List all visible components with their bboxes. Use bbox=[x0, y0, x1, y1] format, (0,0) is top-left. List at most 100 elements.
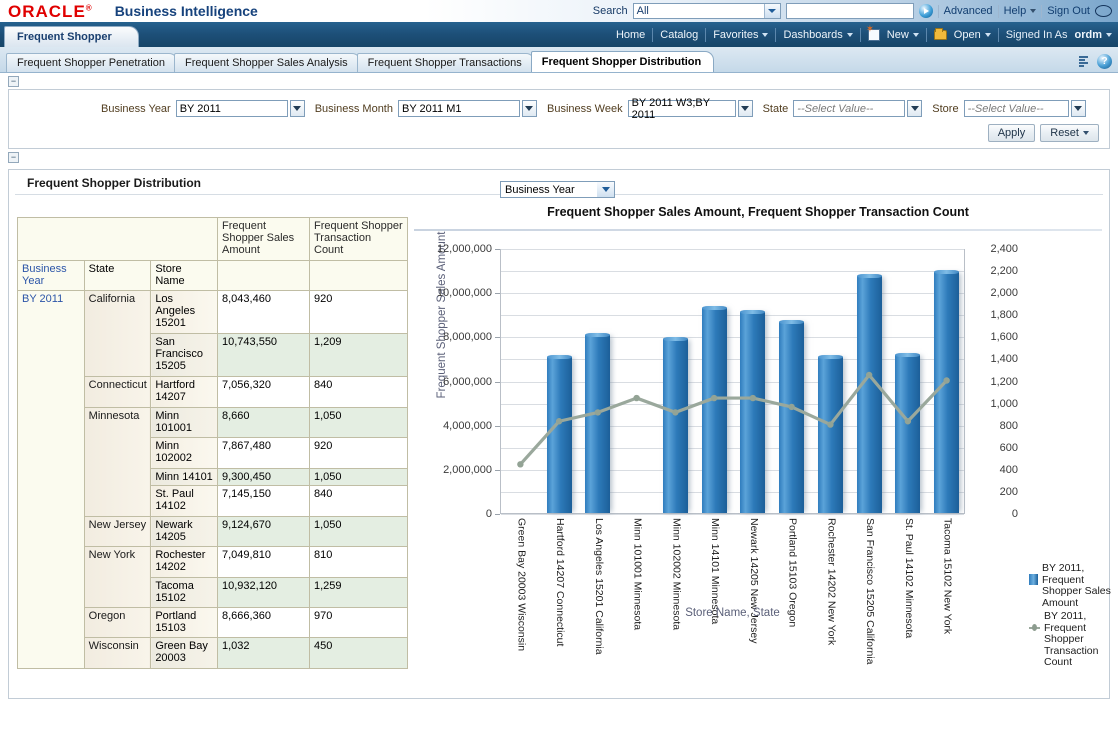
chevron-down-icon-state[interactable] bbox=[907, 100, 922, 117]
nav-open[interactable]: Open bbox=[954, 29, 991, 41]
advanced-link[interactable]: Advanced bbox=[944, 5, 993, 17]
table-cell-state[interactable]: California bbox=[84, 291, 151, 377]
chart-line-point[interactable] bbox=[633, 395, 639, 401]
table-cell-store-name[interactable]: Minn 101001 bbox=[151, 407, 218, 437]
search-go-icon[interactable] bbox=[919, 4, 933, 18]
chart-gridline bbox=[501, 514, 964, 515]
chart-y-axis-label: Frequent Shopper Sales Amount bbox=[436, 195, 448, 435]
nav-home[interactable]: Home bbox=[616, 29, 645, 41]
table-cell-store-name[interactable]: Los Angeles 15201 bbox=[151, 291, 218, 334]
tab-frequent-shopper-transactions[interactable]: Frequent Shopper Transactions bbox=[357, 53, 535, 72]
chart-line-point[interactable] bbox=[827, 421, 833, 427]
chevron-down-icon-business-month[interactable] bbox=[522, 100, 537, 117]
table-cell-store-name[interactable]: Newark 14205 bbox=[151, 516, 218, 546]
search-scope-value: All bbox=[637, 5, 649, 17]
chart-title: Frequent Shopper Sales Amount, Frequent … bbox=[408, 205, 1108, 219]
prompt-input-business-week[interactable]: BY 2011 W3;BY 2011 bbox=[628, 100, 736, 117]
table-cell-sales-amount: 7,867,480 bbox=[218, 438, 310, 468]
search-input[interactable] bbox=[786, 3, 914, 19]
search-scope-select[interactable]: All bbox=[633, 3, 781, 19]
table-header-state[interactable]: State bbox=[84, 261, 151, 291]
tab-frequent-shopper-sales-analysis[interactable]: Frequent Shopper Sales Analysis bbox=[174, 53, 361, 72]
chart-line-point[interactable] bbox=[943, 377, 949, 383]
search-label: Search bbox=[593, 5, 628, 17]
nav-catalog[interactable]: Catalog bbox=[660, 29, 698, 41]
chart-x-tick-label: Hartford 14207 Connecticut bbox=[551, 518, 565, 646]
chart-line-point[interactable] bbox=[711, 395, 717, 401]
chart-y2-tick-label: 1,000 bbox=[974, 398, 1018, 410]
prompt-label-business-month: Business Month bbox=[315, 103, 393, 115]
chevron-down-icon-business-week[interactable] bbox=[738, 100, 753, 117]
divider bbox=[860, 28, 861, 42]
prompt-label-business-week: Business Week bbox=[547, 103, 623, 115]
global-nav-links: Home Catalog Favorites Dashboards New Op… bbox=[616, 22, 1118, 47]
viz-selector[interactable]: Business Year bbox=[500, 181, 615, 198]
sign-out-link[interactable]: Sign Out bbox=[1047, 5, 1090, 17]
chart-line-point[interactable] bbox=[866, 372, 872, 378]
prompt-input-business-year[interactable]: BY 2011 bbox=[176, 100, 288, 117]
tab-frequent-shopper-distribution[interactable]: Frequent Shopper Distribution bbox=[531, 51, 715, 72]
table-cell-transaction-count: 1,209 bbox=[310, 334, 408, 377]
table-header-store-name[interactable]: Store Name bbox=[151, 261, 218, 291]
chart-line-point[interactable] bbox=[517, 461, 523, 467]
chart-x-tick-label: Newark 14205 New Jersey bbox=[745, 518, 759, 643]
chart-y-tick-mark bbox=[495, 514, 500, 515]
chart-line-point[interactable] bbox=[556, 418, 562, 424]
legend-swatch-line-icon bbox=[1029, 624, 1040, 631]
apply-button[interactable]: Apply bbox=[988, 124, 1036, 142]
help-icon[interactable]: ? bbox=[1097, 54, 1112, 69]
table-cell-store-name[interactable]: Minn 102002 bbox=[151, 438, 218, 468]
brand-bar: ORACLE® Business Intelligence Search All… bbox=[0, 0, 1118, 22]
chart-y-tick-label: 2,000,000 bbox=[414, 464, 492, 476]
page-options-icon[interactable] bbox=[1076, 55, 1091, 68]
table-header-business-year[interactable]: Business Year bbox=[18, 261, 85, 291]
prompt-input-state[interactable]: --Select Value-- bbox=[793, 100, 905, 117]
table-cell-state[interactable]: Wisconsin bbox=[84, 638, 151, 669]
table-cell-store-name[interactable]: Portland 15103 bbox=[151, 608, 218, 638]
chart-line-point[interactable] bbox=[750, 395, 756, 401]
table-cell-store-name[interactable]: Rochester 14202 bbox=[151, 547, 218, 577]
nav-dashboards[interactable]: Dashboards bbox=[783, 29, 852, 41]
chart-line-point[interactable] bbox=[905, 418, 911, 424]
help-menu[interactable]: Help bbox=[1004, 5, 1037, 17]
collapse-minus-icon-prompts[interactable]: − bbox=[8, 76, 19, 87]
signed-in-as-label: Signed In As bbox=[1006, 29, 1068, 41]
prompt-buttons: Apply Reset bbox=[988, 124, 1099, 142]
table-cell-store-name[interactable]: St. Paul 14102 bbox=[151, 486, 218, 516]
chart-y-tick-label: 4,000,000 bbox=[414, 420, 492, 432]
chevron-down-icon-business-year[interactable] bbox=[290, 100, 305, 117]
tab-frequent-shopper-penetration[interactable]: Frequent Shopper Penetration bbox=[6, 53, 178, 72]
table-cell-business-year[interactable]: BY 2011 bbox=[18, 291, 85, 669]
nav-new[interactable]: New bbox=[887, 29, 919, 41]
chevron-down-icon-store[interactable] bbox=[1071, 100, 1086, 117]
chart-title-divider bbox=[414, 229, 1102, 231]
nav-favorites[interactable]: Favorites bbox=[713, 29, 768, 41]
visualization-wrapper: Frequent Shopper Sales AmountFrequent Sh… bbox=[9, 195, 1109, 669]
table-cell-state[interactable]: Connecticut bbox=[84, 377, 151, 407]
table-cell-state[interactable]: New Jersey bbox=[84, 516, 151, 546]
table-cell-store-name[interactable]: San Francisco 15205 bbox=[151, 334, 218, 377]
dashboard-tab-frequent-shopper[interactable]: Frequent Shopper bbox=[4, 26, 139, 47]
table-cell-store-name[interactable]: Green Bay 20003 bbox=[151, 638, 218, 669]
reset-button[interactable]: Reset bbox=[1040, 124, 1099, 142]
table-cell-store-name[interactable]: Hartford 14207 bbox=[151, 377, 218, 407]
table-cell-store-name[interactable]: Tacoma 15102 bbox=[151, 577, 218, 607]
table-cell-transaction-count: 840 bbox=[310, 486, 408, 516]
chart-line-point[interactable] bbox=[595, 409, 601, 415]
divider bbox=[926, 28, 927, 42]
chart-x-axis-label: Store Name, State bbox=[500, 607, 965, 619]
table-cell-state[interactable]: Oregon bbox=[84, 608, 151, 638]
collapse-minus-icon-report[interactable]: − bbox=[8, 152, 19, 163]
signed-in-user-menu[interactable]: ordm bbox=[1075, 29, 1113, 41]
table-cell-transaction-count: 1,050 bbox=[310, 516, 408, 546]
user-avatar-icon[interactable] bbox=[1095, 5, 1112, 17]
chart-line-point[interactable] bbox=[672, 409, 678, 415]
chart-y2-tick-label: 1,400 bbox=[974, 353, 1018, 365]
table-cell-store-name[interactable]: Minn 14101 bbox=[151, 468, 218, 486]
chart-line-point[interactable] bbox=[788, 404, 794, 410]
table-cell-state[interactable]: New York bbox=[84, 547, 151, 608]
prompt-input-store[interactable]: --Select Value-- bbox=[964, 100, 1069, 117]
prompt-input-business-month[interactable]: BY 2011 M1 bbox=[398, 100, 520, 117]
table-cell-state[interactable]: Minnesota bbox=[84, 407, 151, 516]
folder-icon bbox=[934, 30, 947, 40]
